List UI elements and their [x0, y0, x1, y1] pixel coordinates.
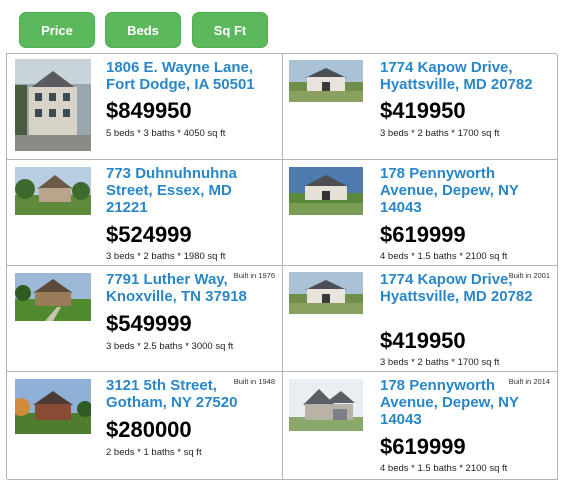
listing-address[interactable]: 1774 Kapow Drive, Hyattsville, MD 20782 [380, 59, 545, 93]
listing-price: $619999 [380, 222, 466, 247]
listing-price: $549999 [106, 311, 192, 336]
year-built: Built in 2014 [508, 377, 550, 386]
listing-card[interactable]: 7791 Luther Way, Knoxville, TN 37918 Bui… [7, 266, 283, 372]
house-photo[interactable] [15, 59, 91, 151]
listing-price: $419950 [380, 98, 466, 123]
listing-details: 5 beds * 3 baths * 4050 sq ft [106, 128, 226, 139]
listing-details: 2 beds * 1 baths * sq ft [106, 447, 202, 458]
listing-details: 4 beds * 1.5 baths * 2100 sq ft [380, 251, 508, 262]
listing-card[interactable]: 1774 Kapow Drive, Hyattsville, MD 20782 … [283, 54, 558, 160]
listing-card[interactable]: 1806 E. Wayne Lane, Fort Dodge, IA 50501… [7, 54, 283, 160]
house-photo[interactable] [15, 273, 91, 321]
listing-card[interactable]: 773 Duhnuhnuhna Street, Essex, MD 21221 … [7, 160, 283, 266]
house-photo[interactable] [15, 167, 91, 215]
listing-price: $280000 [106, 417, 192, 442]
listing-details: 3 beds * 2 baths * 1700 sq ft [380, 357, 500, 368]
listing-address[interactable]: 1806 E. Wayne Lane, Fort Dodge, IA 50501 [106, 59, 271, 93]
listing-card[interactable]: 1774 Kapow Drive, Hyattsville, MD 20782 … [283, 266, 558, 372]
sort-price-button[interactable]: Price [19, 12, 95, 48]
year-built: Built in 1948 [233, 377, 275, 386]
sort-beds-button[interactable]: Beds [105, 12, 181, 48]
year-built: Built in 2001 [508, 271, 550, 280]
year-built: Built in 1976 [233, 271, 275, 280]
house-photo[interactable] [289, 379, 363, 431]
house-photo[interactable] [289, 167, 363, 215]
listing-price: $524999 [106, 222, 192, 247]
listing-price: $419950 [380, 328, 466, 353]
listing-price: $849950 [106, 98, 192, 123]
listing-card[interactable]: 178 Pennyworth Avenue, Depew, NY 14043 $… [283, 160, 558, 266]
listing-details: 3 beds * 2 baths * 1980 sq ft [106, 251, 226, 262]
listing-card[interactable]: 178 Pennyworth Avenue, Depew, NY 14043 B… [283, 372, 558, 480]
listing-price: $619999 [380, 434, 466, 459]
sort-sqft-button[interactable]: Sq Ft [192, 12, 268, 48]
listing-card[interactable]: 3121 5th Street, Gotham, NY 27520 Built … [7, 372, 283, 480]
house-photo[interactable] [289, 272, 363, 314]
listing-details: 3 beds * 2.5 baths * 3000 sq ft [106, 341, 234, 352]
sort-toolbar: Price Beds Sq Ft [19, 12, 278, 48]
listing-address[interactable]: 773 Duhnuhnuhna Street, Essex, MD 21221 [106, 165, 271, 216]
house-photo[interactable] [289, 60, 363, 102]
listing-details: 3 beds * 2 baths * 1700 sq ft [380, 128, 500, 139]
listing-details: 4 beds * 1.5 baths * 2100 sq ft [380, 463, 508, 474]
listing-grid: 1806 E. Wayne Lane, Fort Dodge, IA 50501… [6, 53, 558, 480]
listing-address[interactable]: 178 Pennyworth Avenue, Depew, NY 14043 [380, 165, 545, 216]
house-photo[interactable] [15, 379, 91, 434]
